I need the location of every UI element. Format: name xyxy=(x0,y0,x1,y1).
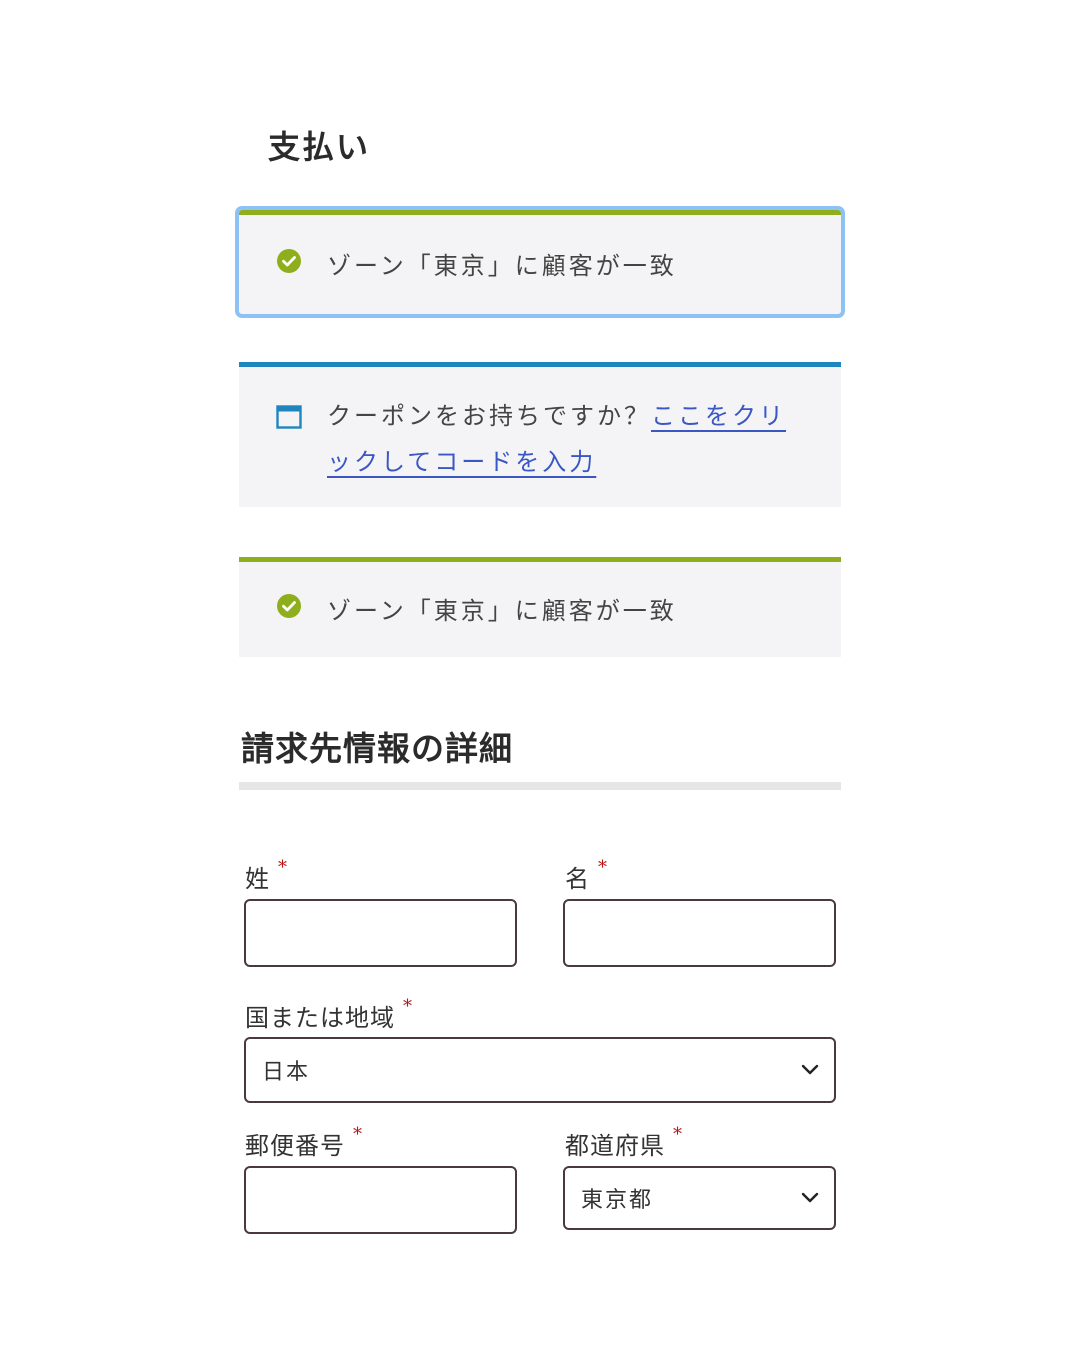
check-circle-icon xyxy=(275,247,303,275)
zone-match-message: ゾーン「東京」に顧客が一致 xyxy=(327,597,677,625)
postcode-label-text: 郵便番号 xyxy=(245,1132,345,1160)
first-name-label-text: 名 xyxy=(565,865,590,893)
section-divider xyxy=(239,782,841,790)
last-name-label: 姓 * xyxy=(245,857,288,894)
page-title: 支払い xyxy=(268,128,371,166)
postcode-input[interactable] xyxy=(244,1166,517,1234)
country-select[interactable]: 日本 xyxy=(244,1037,836,1103)
country-label-text: 国または地域 xyxy=(245,1004,395,1032)
required-mark: * xyxy=(403,996,413,1017)
chevron-down-icon[interactable] xyxy=(800,1060,820,1080)
zone-match-message: ゾーン「東京」に顧客が一致 xyxy=(327,252,677,280)
prefecture-select[interactable]: 東京都 xyxy=(563,1166,836,1230)
chevron-down-icon[interactable] xyxy=(800,1188,820,1208)
window-icon xyxy=(275,403,303,431)
check-circle-icon xyxy=(275,592,303,620)
postcode-label: 郵便番号 * xyxy=(245,1124,363,1161)
first-name-input[interactable] xyxy=(563,899,836,967)
zone-match-notice: ゾーン「東京」に顧客が一致 xyxy=(239,557,841,657)
coupon-notice: クーポンをお持ちですか？ここをクリックしてコードを入力 xyxy=(239,362,841,507)
required-mark: * xyxy=(353,1124,363,1145)
zone-match-notice-focused[interactable]: ゾーン「東京」に顧客が一致 xyxy=(235,206,845,318)
billing-section-title: 請求先情報の詳細 xyxy=(241,729,513,768)
required-mark: * xyxy=(278,857,288,878)
country-selected-value: 日本 xyxy=(262,1060,311,1085)
prefecture-label: 都道府県 * xyxy=(565,1124,683,1161)
prefecture-selected-value: 東京都 xyxy=(581,1188,654,1213)
coupon-message: クーポンをお持ちですか？ここをクリックしてコードを入力 xyxy=(327,393,797,485)
first-name-label: 名 * xyxy=(565,857,608,894)
coupon-prompt: クーポンをお持ちですか？ xyxy=(327,402,651,430)
country-label: 国または地域 * xyxy=(245,996,413,1033)
last-name-label-text: 姓 xyxy=(245,865,270,893)
required-mark: * xyxy=(598,857,608,878)
prefecture-label-text: 都道府県 xyxy=(565,1132,665,1160)
required-mark: * xyxy=(673,1124,683,1145)
last-name-input[interactable] xyxy=(244,899,517,967)
